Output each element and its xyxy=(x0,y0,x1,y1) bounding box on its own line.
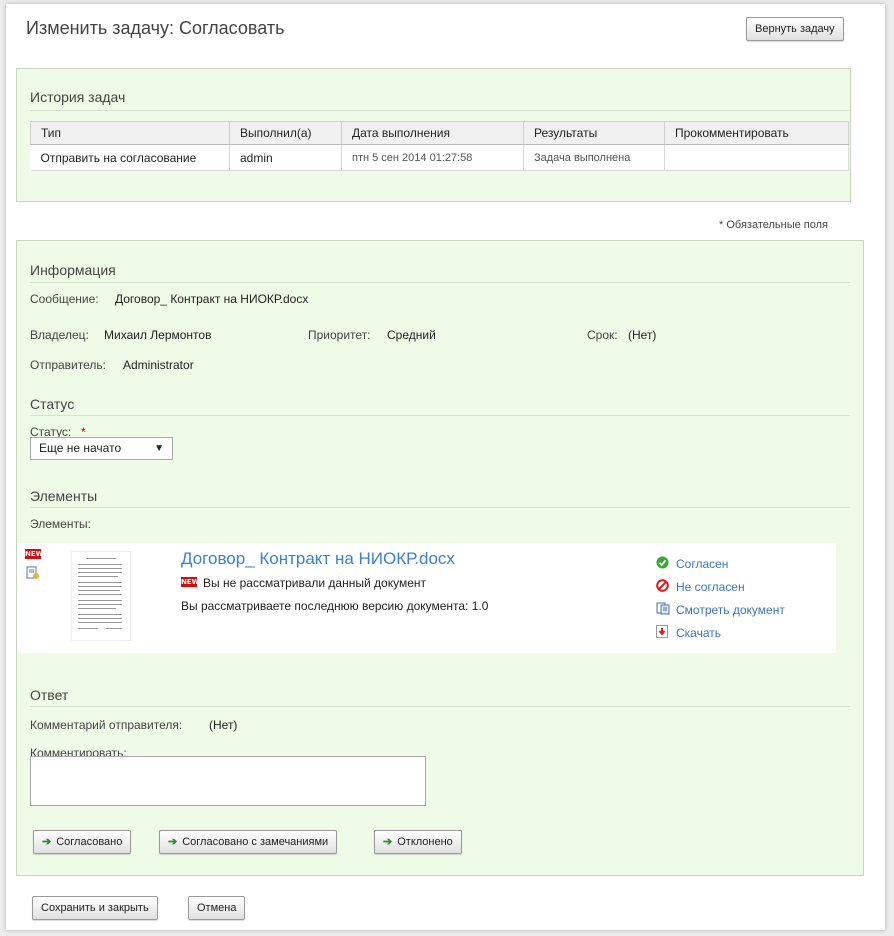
message-label: Сообщение: xyxy=(30,292,99,306)
table-header-row: Тип Выполнил(а) Дата выполнения Результа… xyxy=(30,121,849,145)
divider xyxy=(30,110,849,111)
divider xyxy=(30,706,850,707)
divider xyxy=(30,282,850,283)
cell-date: птн 5 сен 2014 01:27:58 xyxy=(341,144,524,171)
rejected-button[interactable]: ➔ Отклонено xyxy=(374,830,462,854)
task-edit-page: Изменить задачу: Согласовать Вернуть зад… xyxy=(6,4,885,930)
approved-button-label: Согласовано xyxy=(56,836,123,848)
column-header-performer[interactable]: Выполнил(а) xyxy=(229,121,342,145)
not-viewed-note: Вы не рассматривали данный документ xyxy=(203,576,426,590)
history-panel: История задач Тип Выполнил(а) Дата выпол… xyxy=(16,68,851,202)
accept-check-icon xyxy=(656,556,669,569)
view-document-icon xyxy=(656,602,670,615)
task-form-panel: Информация Сообщение: Договор_ Контракт … xyxy=(16,240,864,876)
history-table: Тип Выполнил(а) Дата выполнения Результа… xyxy=(30,121,849,171)
version-note: Вы рассматриваете последнюю версию докум… xyxy=(181,599,489,613)
document-row: NEW Договор_ Контракт на НИОКР.docx NEW … xyxy=(17,543,836,653)
cancel-button[interactable]: Отмена xyxy=(188,896,246,920)
view-document-action[interactable]: Смотреть документ xyxy=(676,603,785,617)
rejected-button-label: Отклонено xyxy=(397,836,453,848)
arrow-right-icon: ➔ xyxy=(168,836,178,848)
approved-with-remarks-label: Согласовано с замечаниями xyxy=(182,836,329,848)
document-info-icon[interactable] xyxy=(26,566,39,579)
column-header-results[interactable]: Результаты xyxy=(523,121,665,145)
new-badge-icon: NEW xyxy=(181,577,200,587)
agree-action[interactable]: Согласен xyxy=(676,557,728,571)
download-icon xyxy=(656,625,669,638)
elements-label: Элементы: xyxy=(30,517,91,531)
document-thumbnail[interactable] xyxy=(71,551,131,641)
status-selected-value: Еще не начато xyxy=(39,441,122,455)
owner-value: Михаил Лермонтов xyxy=(104,328,212,342)
cell-comment xyxy=(664,144,849,171)
sender-comment-value: (Нет) xyxy=(209,718,238,732)
cell-type: Отправить на согласование xyxy=(30,144,230,171)
column-header-date[interactable]: Дата выполнения xyxy=(341,121,524,145)
message-value: Договор_ Контракт на НИОКР.docx xyxy=(115,292,309,306)
history-heading: История задач xyxy=(30,89,126,105)
save-and-close-button[interactable]: Сохранить и закрыть xyxy=(32,896,158,920)
disagree-action[interactable]: Не согласен xyxy=(676,580,745,594)
new-badge-icon: NEW xyxy=(25,549,44,559)
required-fields-note: * Обязательные поля xyxy=(719,219,829,231)
arrow-right-icon: ➔ xyxy=(42,836,52,848)
return-task-button[interactable]: Вернуть задачу xyxy=(746,17,844,41)
column-header-type[interactable]: Тип xyxy=(30,121,230,145)
approved-button[interactable]: ➔ Согласовано xyxy=(33,830,132,854)
due-label: Срок: xyxy=(587,328,618,342)
column-header-comment[interactable]: Прокомментировать xyxy=(664,121,849,145)
chevron-down-icon: ▼ xyxy=(154,443,164,454)
table-row: Отправить на согласование admin птн 5 се… xyxy=(30,144,849,171)
arrow-right-icon: ➔ xyxy=(383,836,393,848)
status-select[interactable]: Еще не начато ▼ xyxy=(30,437,173,460)
divider xyxy=(30,507,850,508)
divider xyxy=(30,415,850,416)
comment-textarea[interactable] xyxy=(30,756,426,806)
sender-comment-label: Комментарий отправителя: xyxy=(30,718,183,732)
info-heading: Информация xyxy=(30,262,116,278)
answer-heading: Ответ xyxy=(30,687,69,703)
page-title: Изменить задачу: Согласовать xyxy=(26,18,285,38)
cell-performer: admin xyxy=(229,144,342,171)
document-link[interactable]: Договор_ Контракт на НИОКР.docx xyxy=(181,549,455,569)
approved-with-remarks-button[interactable]: ➔ Согласовано с замечаниями xyxy=(159,830,338,854)
sender-label: Отправитель: xyxy=(30,358,106,372)
status-heading: Статус xyxy=(30,396,75,412)
elements-heading: Элементы xyxy=(30,488,98,504)
priority-value: Средний xyxy=(387,328,436,342)
download-action[interactable]: Скачать xyxy=(676,626,721,640)
owner-label: Владелец: xyxy=(30,328,89,342)
sender-value: Administrator xyxy=(123,358,194,372)
reject-icon xyxy=(656,579,669,592)
priority-label: Приоритет: xyxy=(308,328,371,342)
cell-result: Задача выполнена xyxy=(523,144,665,171)
due-value: (Нет) xyxy=(628,328,657,342)
